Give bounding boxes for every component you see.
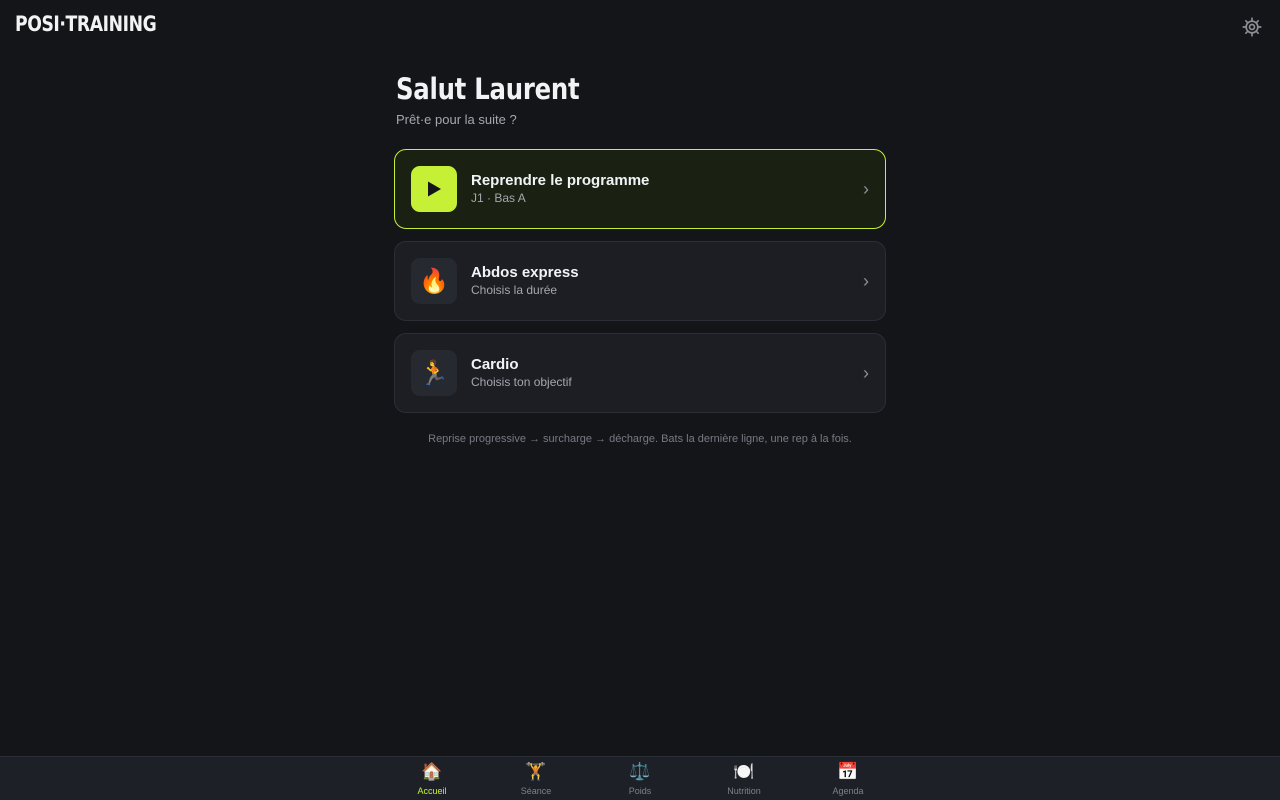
nav-item-weight[interactable]: ⚖️ Poids — [595, 761, 685, 797]
page-title: Salut Laurent — [396, 72, 580, 106]
calendar-icon: 📅 — [837, 762, 859, 781]
nav-label: Séance — [520, 786, 552, 796]
nav-label: Agenda — [832, 786, 864, 796]
runner-icon: 🏃 — [411, 350, 457, 396]
play-icon — [411, 166, 457, 212]
top-bar: POSI·TRAINING — [0, 0, 1280, 56]
fire-icon: 🔥 — [411, 258, 457, 304]
home-main: Salut Laurent Prêt·e pour la suite ? Rep… — [394, 70, 886, 445]
scale-icon: ⚖️ — [629, 762, 651, 781]
card-title: Cardio — [471, 356, 519, 373]
card-title: Reprendre le programme — [471, 172, 650, 189]
nav-item-session[interactable]: 🏋️ Séance — [491, 761, 581, 797]
settings-button[interactable] — [1240, 16, 1264, 42]
chevron-right-icon: › — [863, 271, 869, 291]
chevron-right-icon: › — [863, 179, 869, 199]
program-tip: Reprise progressive → surcharge → déchar… — [428, 433, 852, 445]
chevron-right-icon: › — [863, 363, 869, 383]
nav-item-agenda[interactable]: 📅 Agenda — [803, 761, 893, 797]
bottom-nav: 🏠 Accueil 🏋️ Séance ⚖️ Poids 🍽️ Nutritio… — [0, 756, 1280, 800]
nav-item-home[interactable]: 🏠 Accueil — [387, 761, 477, 797]
abs-express-card[interactable]: 🔥 Abdos express Choisis la durée › — [394, 241, 886, 321]
nav-label: Poids — [628, 786, 652, 796]
resume-program-card[interactable]: Reprendre le programme J1 · Bas A › — [394, 149, 886, 229]
nav-label: Nutrition — [727, 786, 761, 796]
card-subtitle: J1 · Bas A — [471, 191, 526, 205]
nav-item-nutrition[interactable]: 🍽️ Nutrition — [699, 761, 789, 797]
card-title: Abdos express — [471, 264, 579, 281]
home-icon: 🏠 — [421, 762, 443, 781]
gear-icon — [1242, 16, 1262, 42]
card-subtitle: Choisis ton objectif — [471, 375, 572, 389]
card-subtitle: Choisis la durée — [471, 283, 558, 297]
weightlifter-icon: 🏋️ — [525, 762, 547, 781]
cardio-card[interactable]: 🏃 Cardio Choisis ton objectif › — [394, 333, 886, 413]
app: POSI·TRAINING Salut Laurent Prêt·e pour … — [0, 0, 1280, 800]
action-cards: Reprendre le programme J1 · Bas A › 🔥 Ab… — [394, 149, 886, 413]
page-subtitle: Prêt·e pour la suite ? — [396, 112, 517, 127]
app-logo[interactable]: POSI·TRAINING — [15, 12, 157, 36]
nav-label: Accueil — [417, 786, 447, 796]
plate-icon: 🍽️ — [733, 762, 755, 781]
